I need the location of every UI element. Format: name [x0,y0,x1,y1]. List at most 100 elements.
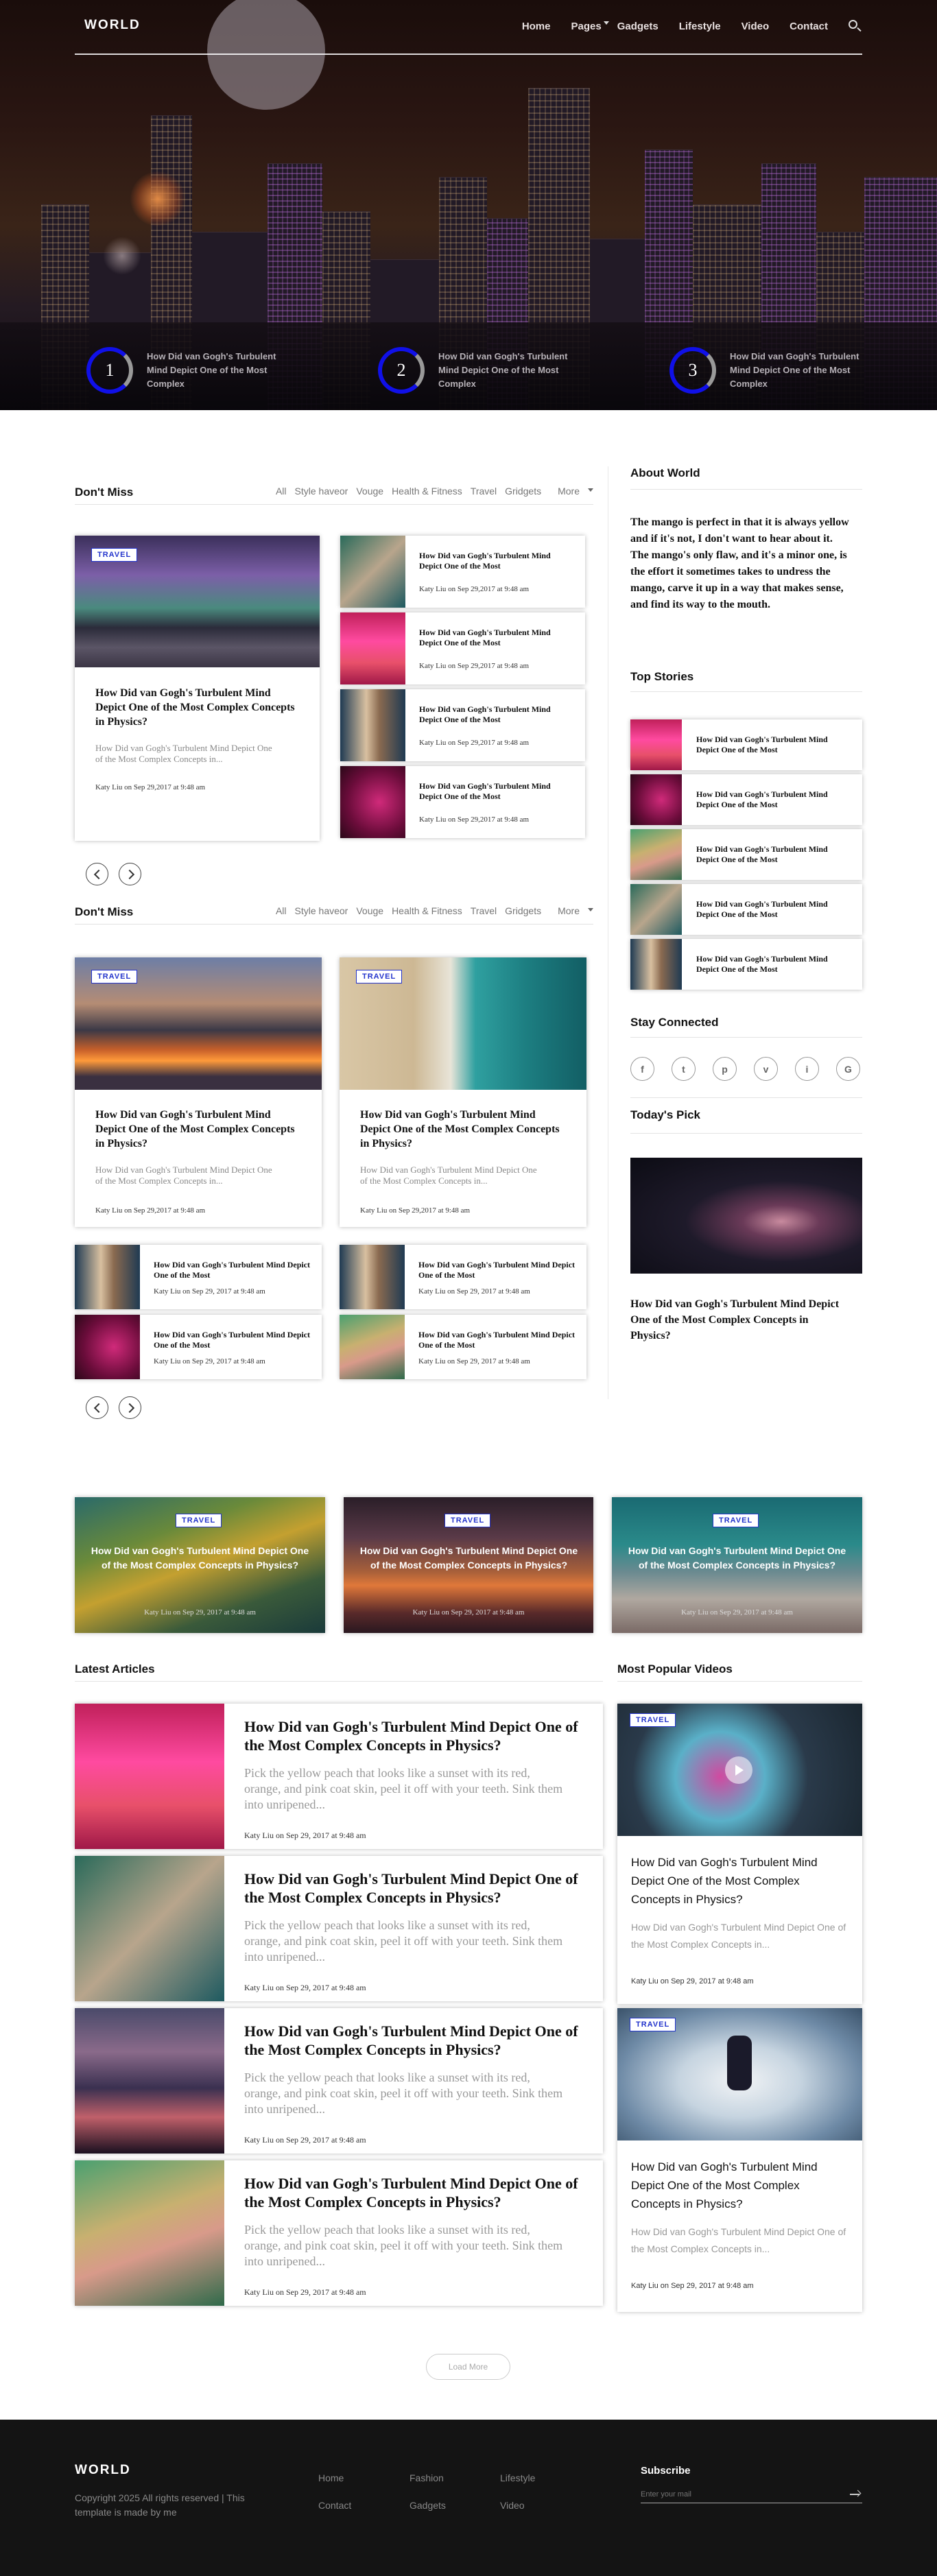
footer-link-lifestyle[interactable]: Lifestyle [500,2472,535,2483]
footer-logo[interactable]: WORLD [75,2463,131,2478]
article-title[interactable]: How Did van Gogh's Turbulent Mind Depict… [95,686,301,729]
latest-article-card[interactable]: How Did van Gogh's Turbulent Mind Depict… [75,1704,603,1849]
banner-card[interactable]: TRAVEL How Did van Gogh's Turbulent Mind… [612,1497,862,1633]
featured-article-card[interactable]: TRAVEL How Did van Gogh's Turbulent Mind… [75,536,320,841]
top-story-card[interactable]: How Did van Gogh's Turbulent Mind Depict… [630,774,862,825]
nav-gadgets[interactable]: Gadgets [617,21,659,32]
latest-article-card[interactable]: How Did van Gogh's Turbulent Mind Depict… [75,2008,603,2154]
story-title[interactable]: How Did van Gogh's Turbulent Mind Depict… [696,899,851,920]
list-article-card[interactable]: How Did van Gogh's Turbulent Mind Depict… [75,1315,322,1379]
category-style[interactable]: Style haveor [295,486,348,497]
footer-link-home[interactable]: Home [318,2472,344,2483]
article-title[interactable]: How Did van Gogh's Turbulent Mind Depict… [418,1330,576,1350]
nav-video[interactable]: Video [742,21,770,32]
todays-pick-image-nebula[interactable] [630,1158,862,1274]
list-article-card[interactable]: How Did van Gogh's Turbulent Mind Depict… [340,1315,586,1379]
google-icon[interactable]: G [836,1057,860,1081]
category-style[interactable]: Style haveor [295,905,348,916]
twitter-icon[interactable]: t [672,1057,696,1081]
article-title[interactable]: How Did van Gogh's Turbulent Mind Depict… [244,2174,594,2211]
featured-article-card[interactable]: TRAVEL How Did van Gogh's Turbulent Mind… [75,957,322,1227]
story-title[interactable]: How Did van Gogh's Turbulent Mind Depict… [696,735,851,755]
nav-home[interactable]: Home [522,21,551,32]
latest-article-card[interactable]: How Did van Gogh's Turbulent Mind Depict… [75,2160,603,2306]
category-tag[interactable]: TRAVEL [630,1713,676,1727]
category-vouge[interactable]: Vouge [356,486,383,497]
article-title[interactable]: How Did van Gogh's Turbulent Mind Depict… [419,628,573,648]
list-article-card[interactable]: How Did van Gogh's Turbulent Mind Depict… [340,689,585,761]
article-title[interactable]: How Did van Gogh's Turbulent Mind Depict… [360,1108,566,1151]
category-all[interactable]: All [276,905,287,916]
article-title[interactable]: How Did van Gogh's Turbulent Mind Depict… [244,1870,594,1907]
carousel-next-button[interactable] [119,1396,141,1419]
arrow-right-icon[interactable] [850,2489,862,2500]
article-title[interactable]: How Did van Gogh's Turbulent Mind Depict… [154,1330,311,1350]
article-title[interactable]: How Did van Gogh's Turbulent Mind Depict… [95,1108,301,1151]
article-title[interactable]: How Did van Gogh's Turbulent Mind Depict… [418,1260,576,1280]
site-logo[interactable]: WORLD [84,18,141,33]
todays-pick-title[interactable]: How Did van Gogh's Turbulent Mind Depict… [630,1296,850,1344]
carousel-prev-button[interactable] [86,1396,108,1419]
category-health[interactable]: Health & Fitness [392,905,462,916]
hero-slide[interactable]: 1 How Did van Gogh's Turbulent Mind Depi… [86,346,292,394]
play-button[interactable] [725,1756,752,1784]
instagram-icon[interactable]: i [795,1057,819,1081]
category-tag[interactable]: TRAVEL [630,2018,676,2031]
featured-article-card[interactable]: TRAVEL How Did van Gogh's Turbulent Mind… [340,957,586,1227]
banner-card[interactable]: TRAVEL How Did van Gogh's Turbulent Mind… [344,1497,593,1633]
video-title[interactable]: How Did van Gogh's Turbulent Mind Depict… [631,2158,851,2213]
video-title[interactable]: How Did van Gogh's Turbulent Mind Depict… [631,1853,851,1909]
latest-article-card[interactable]: How Did van Gogh's Turbulent Mind Depict… [75,1856,603,2001]
footer-link-contact[interactable]: Contact [318,2500,351,2511]
article-title[interactable]: How Did van Gogh's Turbulent Mind Depict… [244,1717,594,1754]
list-article-card[interactable]: How Did van Gogh's Turbulent Mind Depict… [340,766,585,838]
facebook-icon[interactable]: f [630,1057,654,1081]
category-more[interactable]: More [549,486,593,497]
category-tag[interactable]: TRAVEL [91,548,138,562]
carousel-next-button[interactable] [119,863,141,885]
nav-lifestyle[interactable]: Lifestyle [679,21,721,32]
list-article-card[interactable]: How Did van Gogh's Turbulent Mind Depict… [340,536,585,608]
video-card[interactable]: TRAVEL How Did van Gogh's Turbulent Mind… [617,2008,862,2312]
top-story-card[interactable]: How Did van Gogh's Turbulent Mind Depict… [630,829,862,880]
category-vouge[interactable]: Vouge [356,905,383,916]
video-card[interactable]: TRAVEL How Did van Gogh's Turbulent Mind… [617,1704,862,2004]
article-title[interactable]: How Did van Gogh's Turbulent Mind Depict… [419,551,573,571]
story-title[interactable]: How Did van Gogh's Turbulent Mind Depict… [696,954,851,975]
category-gridgets[interactable]: Gridgets [505,486,541,497]
top-story-card[interactable]: How Did van Gogh's Turbulent Mind Depict… [630,884,862,935]
list-article-card[interactable]: How Did van Gogh's Turbulent Mind Depict… [75,1245,322,1309]
category-travel[interactable]: Travel [471,905,497,916]
category-health[interactable]: Health & Fitness [392,486,462,497]
pinterest-icon[interactable]: p [713,1057,737,1081]
category-tag[interactable]: TRAVEL [356,970,403,983]
article-title[interactable]: How Did van Gogh's Turbulent Mind Depict… [419,704,573,725]
category-more[interactable]: More [549,905,593,916]
hero-slide[interactable]: 3 How Did van Gogh's Turbulent Mind Depi… [669,346,875,394]
category-tag[interactable]: TRAVEL [444,1514,491,1527]
category-tag[interactable]: TRAVEL [91,970,138,983]
article-title[interactable]: How Did van Gogh's Turbulent Mind Depict… [154,1260,311,1280]
list-article-card[interactable]: How Did van Gogh's Turbulent Mind Depict… [340,612,585,684]
top-story-card[interactable]: How Did van Gogh's Turbulent Mind Depict… [630,939,862,990]
carousel-prev-button[interactable] [86,863,108,885]
article-title[interactable]: How Did van Gogh's Turbulent Mind Depict… [244,2022,594,2059]
category-tag[interactable]: TRAVEL [713,1514,759,1527]
article-title[interactable]: How Did van Gogh's Turbulent Mind Depict… [419,781,573,802]
nav-pages[interactable]: Pages [571,21,609,32]
top-story-card[interactable]: How Did van Gogh's Turbulent Mind Depict… [630,719,862,770]
category-travel[interactable]: Travel [471,486,497,497]
email-field[interactable] [641,2487,840,2502]
category-gridgets[interactable]: Gridgets [505,905,541,916]
vimeo-icon[interactable]: v [754,1057,778,1081]
category-tag[interactable]: TRAVEL [176,1514,222,1527]
footer-link-gadgets[interactable]: Gadgets [410,2500,446,2511]
banner-card[interactable]: TRAVEL How Did van Gogh's Turbulent Mind… [75,1497,325,1633]
list-article-card[interactable]: How Did van Gogh's Turbulent Mind Depict… [340,1245,586,1309]
load-more-button[interactable]: Load More [426,2354,510,2380]
search-icon[interactable] [847,19,862,34]
story-title[interactable]: How Did van Gogh's Turbulent Mind Depict… [696,789,851,810]
footer-link-video[interactable]: Video [500,2500,525,2511]
nav-contact[interactable]: Contact [790,21,828,32]
footer-link-fashion[interactable]: Fashion [410,2472,444,2483]
